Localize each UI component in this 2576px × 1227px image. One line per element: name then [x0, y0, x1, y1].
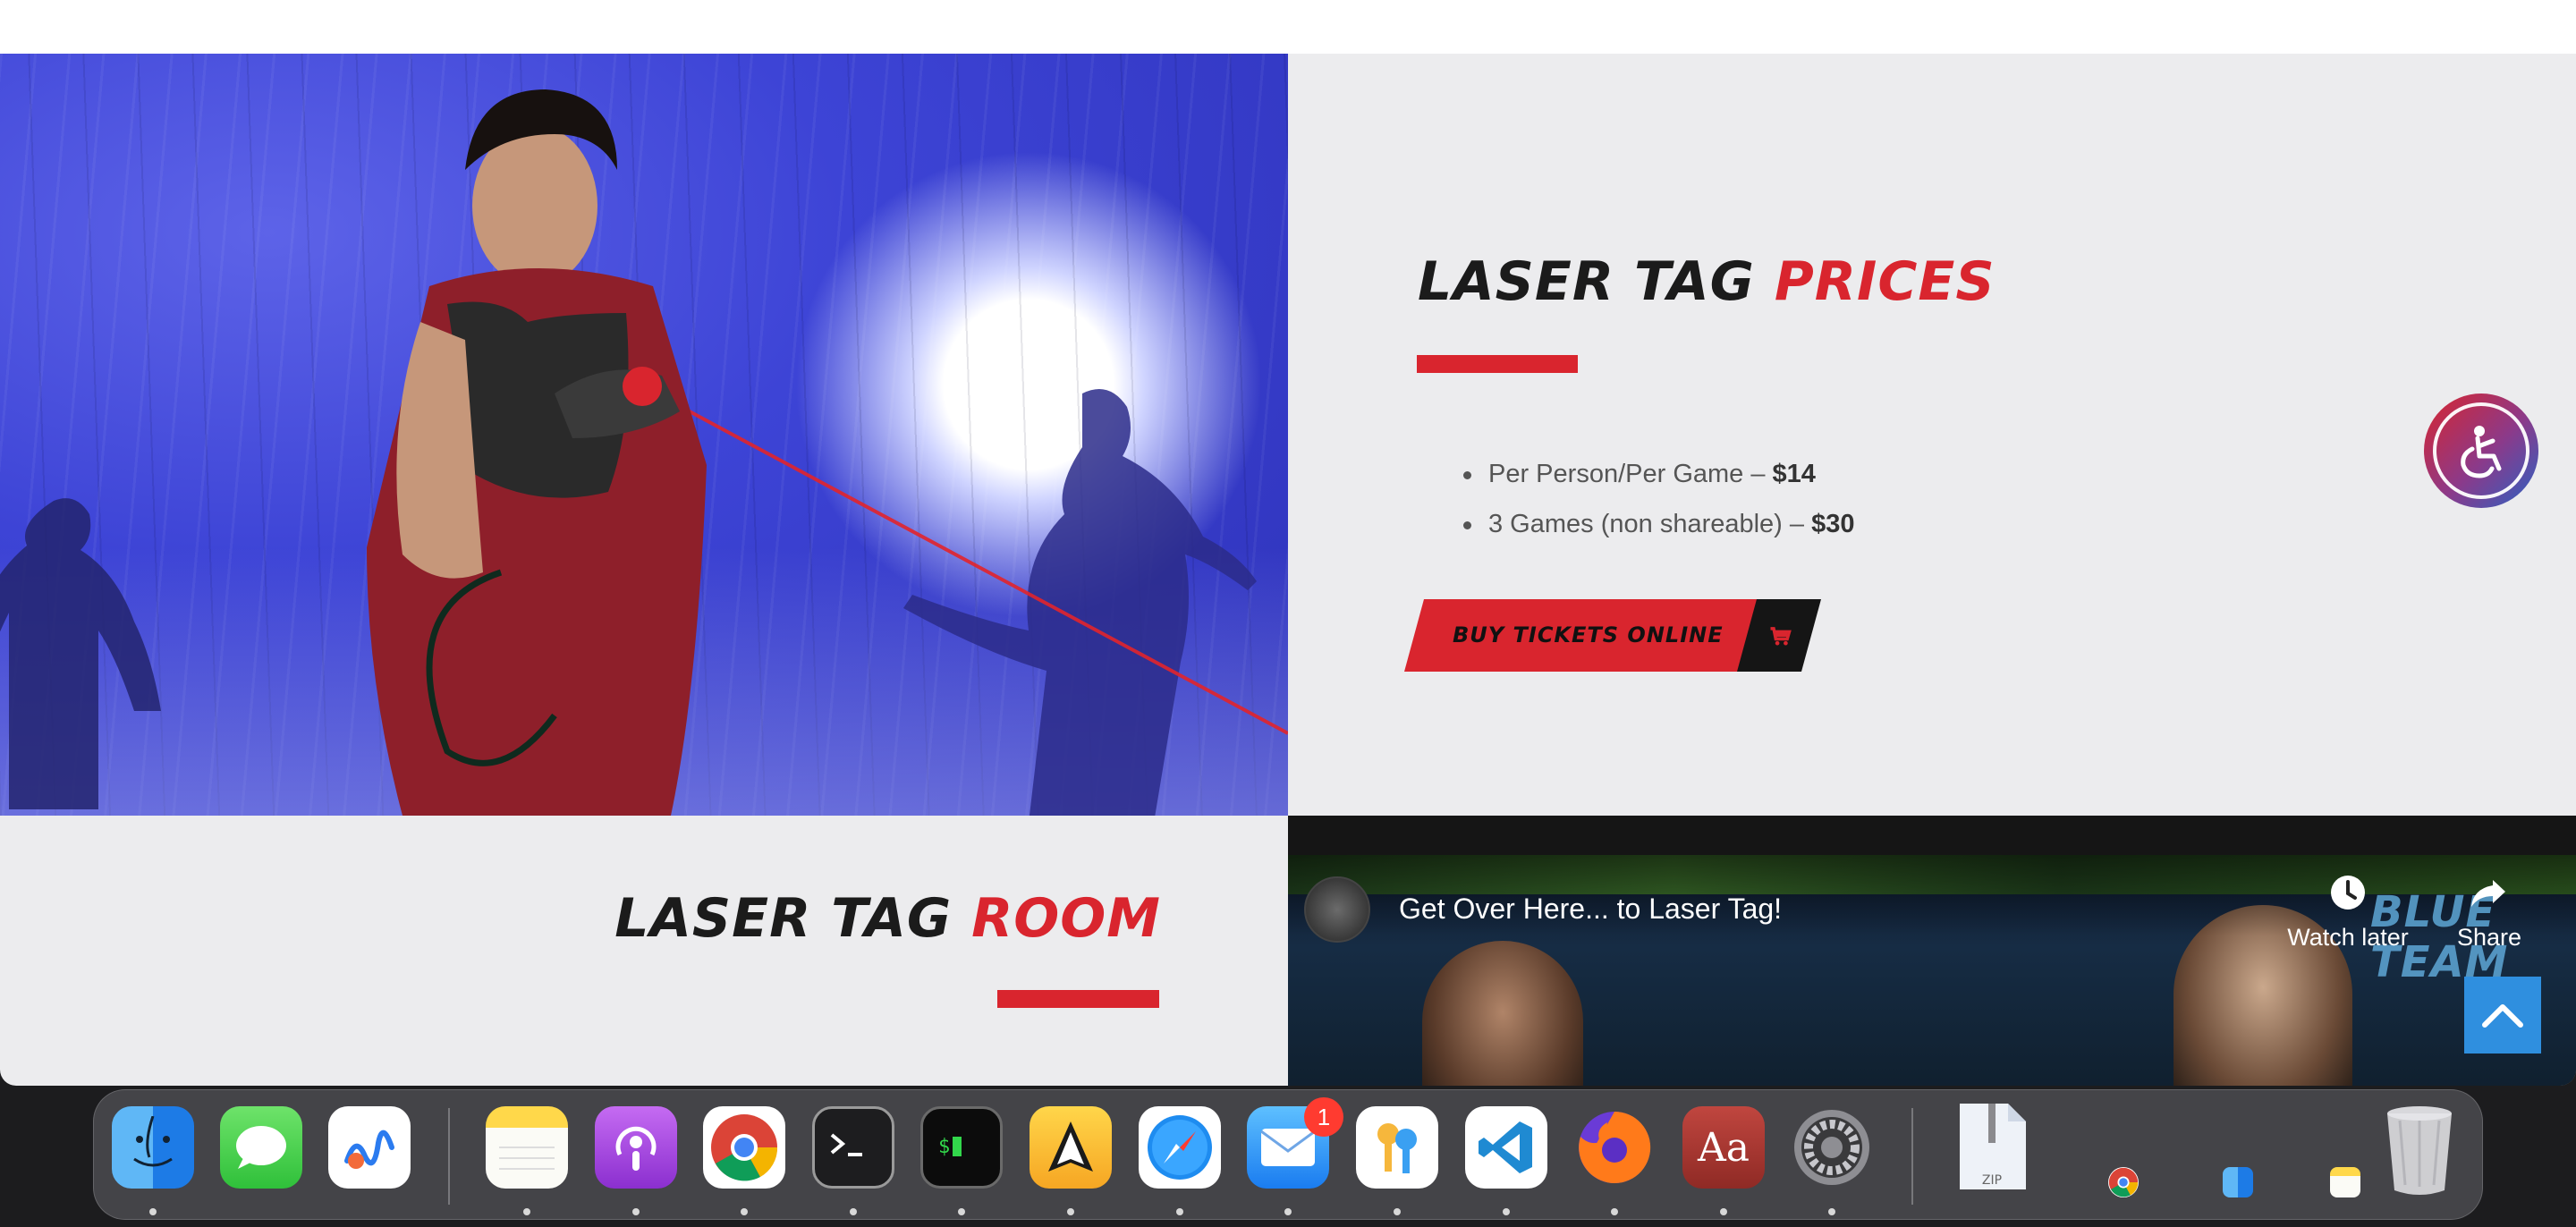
dock-chrome[interactable] [703, 1106, 785, 1189]
price-list: Per Person/Per Game – $14 3 Games (non s… [1463, 449, 1854, 549]
zip-file-icon: ZIP [1960, 1104, 2026, 1189]
room-heading-main: LASER TAG [614, 887, 953, 950]
laser-tag-hero-image [0, 54, 1288, 816]
price-item: 3 Games (non shareable) – $30 [1463, 499, 1854, 549]
price-item-label: 3 Games (non shareable) – [1488, 510, 1812, 538]
price-item-amount: $14 [1772, 460, 1816, 488]
dock-iterm[interactable]: $ [920, 1106, 1003, 1189]
share-button[interactable]: Share [2449, 873, 2529, 952]
zip-label: ZIP [1982, 1173, 2002, 1188]
dock-running-indicator [958, 1208, 965, 1215]
dock-archive-zip[interactable]: ZIP [1947, 1097, 2037, 1196]
price-item: Per Person/Per Game – $14 [1463, 449, 1854, 499]
scroll-to-top-button[interactable] [2464, 977, 2541, 1054]
vscode-icon [1479, 1121, 1532, 1173]
dock-finder[interactable] [112, 1106, 194, 1189]
youtube-video-embed[interactable]: BLUE TEAM Get Over Here... to Laser Tag!… [1288, 816, 2576, 1086]
dock-safari[interactable] [1139, 1106, 1221, 1189]
shopping-cart-icon [1770, 627, 1792, 646]
buy-tickets-label: BUY TICKETS ONLINE [1453, 622, 1724, 647]
dock-keychain-access[interactable] [1356, 1106, 1438, 1189]
hero-figures [0, 89, 1288, 816]
finder-face-icon [133, 1116, 173, 1167]
dock-running-indicator [1720, 1208, 1727, 1215]
dock-running-indicator [1176, 1208, 1183, 1215]
accessibility-ring [2433, 402, 2529, 499]
dock-running-indicator [149, 1208, 157, 1215]
trash-icon [2387, 1106, 2452, 1195]
share-arrow-icon [2471, 880, 2505, 907]
podcast-icon [615, 1126, 657, 1171]
dock-freeform[interactable] [328, 1106, 411, 1189]
dock-separator [448, 1108, 450, 1205]
dock-running-indicator [1611, 1208, 1618, 1215]
dock-running-indicator [1394, 1208, 1401, 1215]
dock-podcasts[interactable] [595, 1106, 677, 1189]
compass-icon [1148, 1115, 1212, 1180]
share-label: Share [2456, 924, 2522, 951]
dock-vscode[interactable] [1465, 1106, 1547, 1189]
price-item-amount: $30 [1811, 510, 1855, 538]
dictionary-aa-label: Aa [1697, 1124, 1750, 1171]
dock-minimized-chrome[interactable] [2108, 1167, 2139, 1197]
notes-lines-icon [499, 1147, 555, 1170]
dock-running-indicator [1284, 1208, 1292, 1215]
dock-firefox[interactable] [1573, 1106, 1656, 1189]
iterm-prompt-icon: $ [938, 1136, 962, 1158]
freeform-scribble-icon [344, 1130, 394, 1169]
chrome-icon [711, 1114, 778, 1181]
accessibility-button[interactable] [2424, 393, 2538, 508]
dock-trash[interactable] [2375, 1099, 2464, 1199]
watch-later-button[interactable]: Watch later [2281, 873, 2415, 952]
firefox-icon [1579, 1111, 1651, 1183]
price-item-label: Per Person/Per Game – [1488, 460, 1773, 488]
clock-icon [2331, 876, 2365, 910]
dock-running-indicator [850, 1208, 857, 1215]
chrome-icon [2108, 1167, 2139, 1197]
dock-running-indicator [632, 1208, 640, 1215]
dock-separator [1911, 1108, 1913, 1205]
watch-later-label: Watch later [2287, 924, 2409, 951]
dock-notes[interactable] [486, 1106, 568, 1189]
room-heading-underline [997, 990, 1159, 1008]
macos-dock: $ 1 Aa ZIP [93, 1089, 2483, 1220]
dock-running-indicator [1828, 1208, 1835, 1215]
top-bar [0, 0, 2576, 54]
envelope-icon [1260, 1129, 1316, 1166]
pen-nib-icon [1048, 1121, 1093, 1172]
dock-running-indicator [523, 1208, 530, 1215]
dock-system-settings[interactable] [1791, 1106, 1873, 1189]
channel-avatar[interactable] [1304, 876, 1370, 943]
dock-minimized-notes[interactable] [2330, 1167, 2360, 1197]
dock-running-indicator [1067, 1208, 1074, 1215]
dock-running-indicator [741, 1208, 748, 1215]
svg-text:$: $ [938, 1136, 950, 1158]
prices-heading: LASER TAG PRICES [1418, 250, 1996, 313]
buy-tickets-button[interactable]: BUY TICKETS ONLINE [1404, 599, 1821, 672]
chevron-up-icon [2482, 1004, 2523, 1028]
dock-dictionary[interactable]: Aa [1682, 1106, 1765, 1189]
prices-heading-main: LASER TAG [1418, 250, 1755, 313]
terminal-prompt-icon [830, 1133, 862, 1156]
prices-heading-underline [1417, 355, 1578, 373]
dock-terminal[interactable] [812, 1106, 894, 1189]
room-heading: LASER TAG ROOM [614, 887, 1161, 950]
mail-unread-badge: 1 [1304, 1097, 1343, 1137]
keys-icon [1377, 1123, 1417, 1173]
video-title[interactable]: Get Over Here... to Laser Tag! [1399, 893, 1782, 926]
accessibility-wheelchair-icon [2461, 426, 2502, 478]
room-heading-accent: ROOM [971, 887, 1161, 950]
dock-vectorize[interactable] [1030, 1106, 1112, 1189]
web-page: LASER TAG PRICES Per Person/Per Game – $… [0, 0, 2576, 1086]
dock-messages[interactable] [220, 1106, 302, 1189]
speech-bubble-icon [236, 1126, 286, 1169]
gear-icon [1794, 1110, 1869, 1185]
dock-running-indicator [1503, 1208, 1510, 1215]
prices-heading-accent: PRICES [1774, 250, 1996, 313]
dock-minimized-finder[interactable] [2223, 1167, 2253, 1197]
